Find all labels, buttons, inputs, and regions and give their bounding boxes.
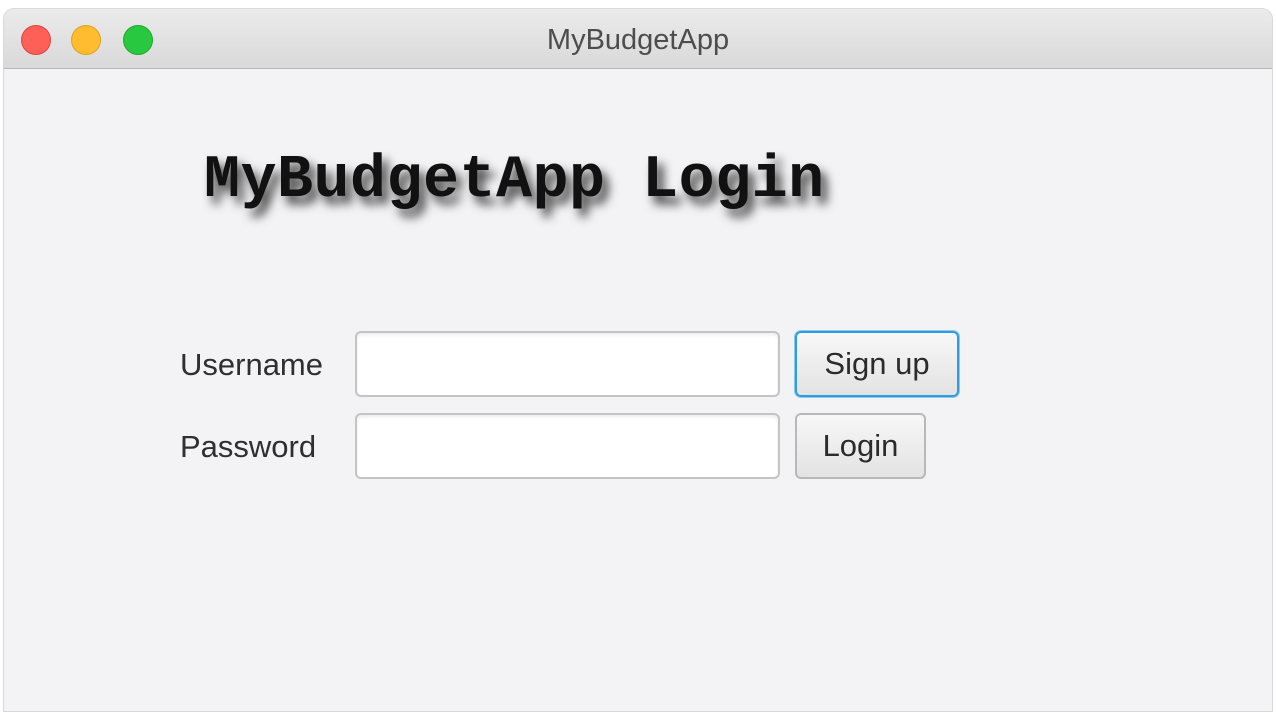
username-label: Username	[180, 347, 323, 382]
app-window: MyBudgetApp MyBudgetApp Login Username S…	[4, 9, 1272, 711]
login-button[interactable]: Login	[795, 413, 926, 479]
sign-up-button[interactable]: Sign up	[795, 331, 959, 397]
password-input[interactable]	[355, 413, 780, 479]
window-title: MyBudgetApp	[546, 24, 730, 56]
password-label: Password	[180, 429, 317, 464]
username-input[interactable]	[355, 331, 780, 397]
page-title: MyBudgetApp Login	[204, 147, 825, 215]
title-bar[interactable]: MyBudgetApp	[4, 9, 1272, 69]
